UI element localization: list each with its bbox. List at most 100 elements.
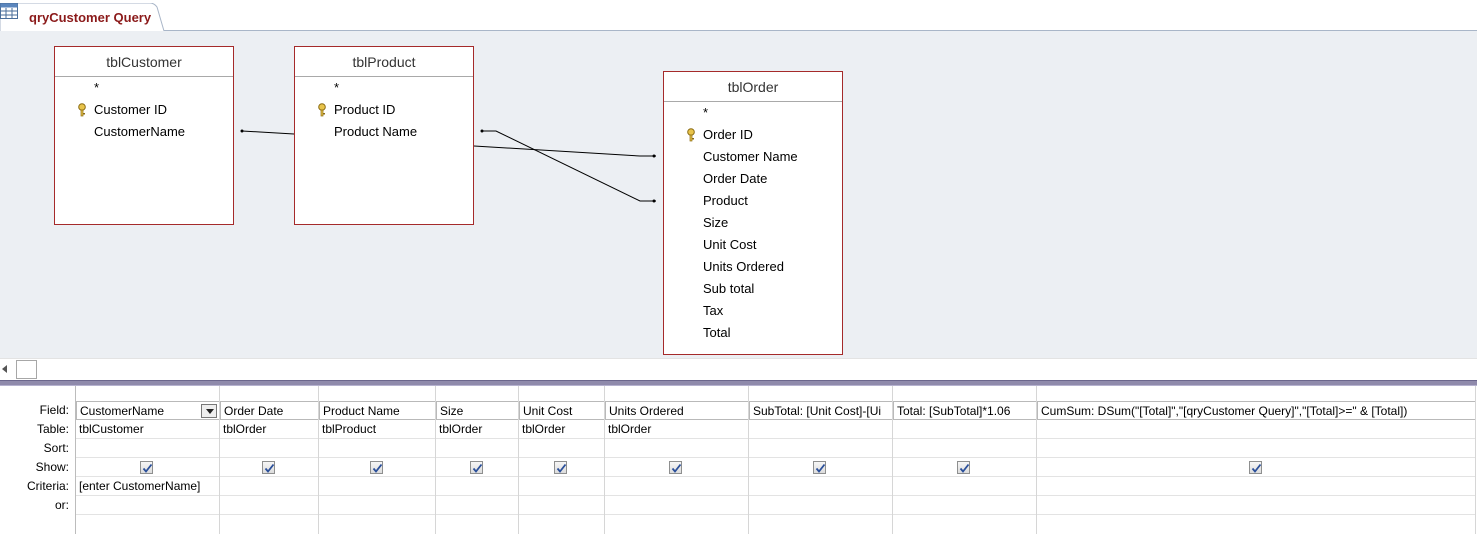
grid-field-cell[interactable]: CustomerName	[76, 401, 219, 420]
grid-field-cell[interactable]: CumSum: DSum("[Total]","[qryCustomer Que…	[1037, 401, 1475, 420]
grid-field-cell[interactable]: Total: [SubTotal]*1.06	[893, 401, 1036, 420]
grid-or-cell[interactable]	[893, 496, 1036, 515]
grid-column[interactable]: CumSum: DSum("[Total]","[qryCustomer Que…	[1037, 386, 1476, 534]
table-tblcustomer[interactable]: tblCustomer * Customer ID CustomerName	[54, 46, 234, 225]
grid-blank-cell[interactable]	[605, 515, 748, 534]
grid-table-cell[interactable]: tblOrder	[519, 420, 604, 439]
grid-blank-cell[interactable]	[220, 515, 318, 534]
grid-blank-cell[interactable]	[893, 515, 1036, 534]
grid-field-cell[interactable]: Size	[436, 401, 518, 420]
grid-column[interactable]: SubTotal: [Unit Cost]-[Ui	[749, 386, 893, 534]
grid-or-cell[interactable]	[220, 496, 318, 515]
grid-criteria-cell[interactable]	[605, 477, 748, 496]
grid-field-cell[interactable]: Units Ordered	[605, 401, 748, 420]
show-checkbox[interactable]	[140, 461, 153, 474]
table-title[interactable]: tblCustomer	[55, 47, 233, 77]
grid-column[interactable]: Order Date tblOrder	[220, 386, 319, 534]
grid-criteria-cell[interactable]	[319, 477, 435, 496]
grid-or-cell[interactable]	[749, 496, 892, 515]
grid-column[interactable]: Units Ordered tblOrder	[605, 386, 749, 534]
grid-criteria-cell[interactable]	[220, 477, 318, 496]
join-line-productname-customername[interactable]	[473, 145, 656, 157]
table-title[interactable]: tblOrder	[664, 72, 842, 102]
grid-field-value: Units Ordered	[609, 404, 684, 418]
grid-column[interactable]: Total: [SubTotal]*1.06	[893, 386, 1037, 534]
design-horizontal-scrollbar[interactable]	[0, 358, 1477, 380]
grid-field-cell[interactable]: Unit Cost	[519, 401, 604, 420]
grid-or-cell[interactable]	[319, 496, 435, 515]
grid-show-cell[interactable]	[1037, 458, 1475, 477]
grid-sort-cell[interactable]	[436, 439, 518, 458]
row-label-field: Field:	[39, 403, 69, 417]
show-checkbox[interactable]	[470, 461, 483, 474]
grid-field-cell[interactable]: SubTotal: [Unit Cost]-[Ui	[749, 401, 892, 420]
grid-show-cell[interactable]	[893, 458, 1036, 477]
grid-show-cell[interactable]	[436, 458, 518, 477]
show-checkbox[interactable]	[370, 461, 383, 474]
show-checkbox[interactable]	[262, 461, 275, 474]
grid-or-cell[interactable]	[1037, 496, 1475, 515]
grid-or-cell[interactable]	[436, 496, 518, 515]
grid-table-cell[interactable]	[893, 420, 1036, 439]
query-design-surface[interactable]: tblCustomer * Customer ID CustomerName t…	[0, 31, 1477, 358]
grid-show-cell[interactable]	[220, 458, 318, 477]
grid-criteria-cell[interactable]	[519, 477, 604, 496]
scrollbar-thumb[interactable]	[16, 360, 37, 379]
field-dropdown-button[interactable]	[201, 404, 217, 418]
table-tblorder[interactable]: tblOrder * Order ID Customer Name Order …	[663, 71, 843, 355]
grid-sort-cell[interactable]	[76, 439, 219, 458]
grid-criteria-cell[interactable]	[749, 477, 892, 496]
grid-show-cell[interactable]	[319, 458, 435, 477]
grid-table-cell[interactable]	[749, 420, 892, 439]
grid-table-cell[interactable]: tblOrder	[605, 420, 748, 439]
grid-criteria-cell[interactable]: [enter CustomerName]	[76, 477, 219, 496]
grid-field-cell[interactable]: Product Name	[319, 401, 435, 420]
grid-column[interactable]: Size tblOrder	[436, 386, 519, 534]
show-checkbox[interactable]	[1249, 461, 1262, 474]
grid-sort-cell[interactable]	[220, 439, 318, 458]
grid-show-cell[interactable]	[76, 458, 219, 477]
grid-sort-cell[interactable]	[605, 439, 748, 458]
grid-sort-cell[interactable]	[519, 439, 604, 458]
grid-table-cell[interactable]: tblOrder	[220, 420, 318, 439]
grid-sort-cell[interactable]	[319, 439, 435, 458]
grid-sort-cell[interactable]	[1037, 439, 1475, 458]
grid-blank-cell[interactable]	[749, 515, 892, 534]
show-checkbox[interactable]	[957, 461, 970, 474]
grid-column[interactable]: CustomerName tblCustomer [enter CustomerNa…	[76, 386, 220, 534]
grid-field-value: Product Name	[323, 404, 400, 418]
tab-qrycustomer-query[interactable]: qryCustomer Query	[0, 3, 165, 31]
grid-table-cell[interactable]: tblCustomer	[76, 420, 219, 439]
grid-field-value: Order Date	[224, 404, 284, 418]
grid-table-cell[interactable]: tblOrder	[436, 420, 518, 439]
grid-sort-cell[interactable]	[749, 439, 892, 458]
scroll-left-arrow-icon[interactable]	[2, 365, 7, 373]
show-checkbox[interactable]	[813, 461, 826, 474]
table-tblproduct[interactable]: tblProduct * Product ID Product Name	[294, 46, 474, 225]
show-checkbox[interactable]	[669, 461, 682, 474]
show-checkbox[interactable]	[554, 461, 567, 474]
grid-blank-cell[interactable]	[519, 515, 604, 534]
grid-blank-cell[interactable]	[436, 515, 518, 534]
grid-blank-cell[interactable]	[319, 515, 435, 534]
join-line-productname-product[interactable]	[482, 130, 656, 202]
grid-table-cell[interactable]: tblProduct	[319, 420, 435, 439]
join-line-customer-product[interactable]	[241, 130, 295, 135]
grid-blank-cell[interactable]	[76, 515, 219, 534]
grid-table-cell[interactable]	[1037, 420, 1475, 439]
grid-or-cell[interactable]	[519, 496, 604, 515]
grid-or-cell[interactable]	[76, 496, 219, 515]
grid-criteria-cell[interactable]	[893, 477, 1036, 496]
grid-or-cell[interactable]	[605, 496, 748, 515]
grid-blank-cell[interactable]	[1037, 515, 1475, 534]
grid-column[interactable]: Product Name tblProduct	[319, 386, 436, 534]
grid-show-cell[interactable]	[605, 458, 748, 477]
grid-show-cell[interactable]	[519, 458, 604, 477]
grid-show-cell[interactable]	[749, 458, 892, 477]
grid-field-cell[interactable]: Order Date	[220, 401, 318, 420]
grid-criteria-cell[interactable]	[1037, 477, 1475, 496]
grid-column[interactable]: Unit Cost tblOrder	[519, 386, 605, 534]
table-title[interactable]: tblProduct	[295, 47, 473, 77]
grid-criteria-cell[interactable]	[436, 477, 518, 496]
grid-sort-cell[interactable]	[893, 439, 1036, 458]
